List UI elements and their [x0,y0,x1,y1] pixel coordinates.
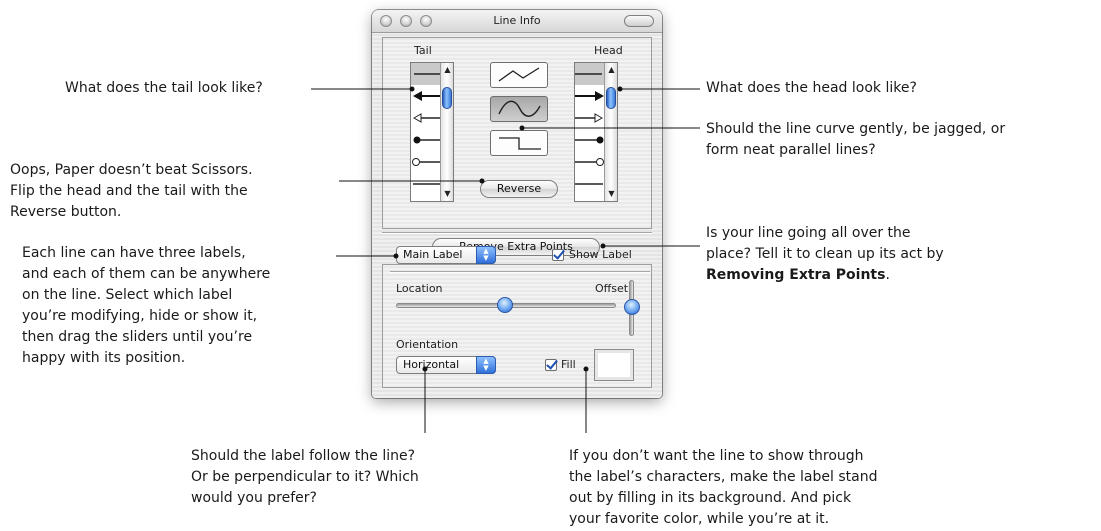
toolbar-toggle-button[interactable] [624,15,654,27]
annotation-remove-text: Is your line going all over the place? T… [706,225,944,262]
tail-style-list[interactable]: ▲ ▼ [410,62,454,202]
annotation-head: What does the head look like? [706,80,917,96]
offset-label: Offset [595,282,629,295]
annotation-orientation: Should the label follow the line? Or be … [191,448,419,506]
filled-arrow-icon [413,91,441,101]
list-item[interactable] [575,107,605,129]
plain-line-icon [575,73,602,75]
scroll-up-icon[interactable]: ▲ [442,65,453,75]
panel-divider [390,271,650,273]
jagged-line-icon [498,67,540,82]
orientation-select-value: Horizontal [403,358,460,371]
plain-line-icon [413,183,441,185]
orientation-select[interactable]: Horizontal ▲ ▼ [396,356,496,374]
show-label-checkbox[interactable] [552,249,564,261]
fill-text: Fill [561,358,576,371]
filled-dot-icon [575,136,604,144]
plain-line-icon [575,183,603,185]
tail-scrollbar[interactable]: ▲ ▼ [440,63,453,201]
list-item[interactable] [411,129,441,151]
scroll-thumb[interactable] [442,87,452,109]
show-label-text: Show Label [569,248,632,261]
plain-line-icon [414,73,441,75]
list-item[interactable] [575,85,605,107]
list-item[interactable] [411,107,441,129]
location-slider-knob[interactable] [497,297,513,313]
annotation-remove-points: Is your line going all over the place? T… [706,223,944,286]
list-item[interactable] [575,151,605,173]
fill-checkbox[interactable] [545,359,557,371]
scroll-down-icon[interactable]: ▼ [606,189,617,199]
straight-style-button[interactable] [490,62,548,88]
scroll-down-icon[interactable]: ▼ [442,189,453,199]
annotation-remove-end: . [885,267,890,283]
curve-line-icon [498,100,541,117]
orthogonal-style-button[interactable] [490,130,548,156]
offset-slider-knob[interactable] [624,299,640,315]
popup-arrows-icon: ▲ ▼ [476,246,496,264]
annotation-fill: If you don’t want the line to show throu… [569,448,878,527]
open-dot-icon [575,158,604,166]
label-select-value: Main Label [403,248,463,261]
separator [382,232,652,234]
annotation-labels: Each line can have three labels, and eac… [22,245,271,366]
window-title: Line Info [493,14,541,27]
annotation-curve: Should the line curve gently, be jagged,… [706,121,1006,158]
head-scrollbar[interactable]: ▲ ▼ [604,63,617,201]
tail-label: Tail [414,44,432,57]
scroll-thumb[interactable] [606,87,616,109]
annotation-reverse: Oops, Paper doesn’t beat Scissors. Flip … [10,162,253,220]
reverse-button[interactable]: Reverse [480,180,558,198]
list-item[interactable] [411,173,441,195]
open-arrow-icon [575,113,604,123]
annotation-tail: What does the tail look like? [65,80,263,96]
orientation-label: Orientation [396,338,459,351]
title-bar[interactable]: Line Info [372,10,662,33]
curved-style-button[interactable] [490,96,548,122]
scroll-up-icon[interactable]: ▲ [606,65,617,75]
head-style-list[interactable]: ▲ ▼ [574,62,618,202]
annotation-remove-bold: Removing Extra Points [706,267,886,283]
open-arrow-icon [412,113,441,123]
list-item[interactable] [575,173,605,195]
popup-arrows-icon: ▲ ▼ [476,356,496,374]
open-dot-icon [412,158,441,166]
list-item[interactable] [575,129,605,151]
filled-dot-icon [413,136,441,144]
filled-arrow-icon [575,91,604,101]
head-label: Head [594,44,623,57]
label-select-popup[interactable]: Main Label ▲ ▼ [396,246,496,264]
fill-color-well[interactable] [594,349,634,381]
orthogonal-line-icon [499,137,541,150]
list-item[interactable] [411,85,441,107]
list-item[interactable] [411,63,441,85]
list-item[interactable] [411,151,441,173]
list-item[interactable] [575,63,605,85]
location-label: Location [396,282,443,295]
